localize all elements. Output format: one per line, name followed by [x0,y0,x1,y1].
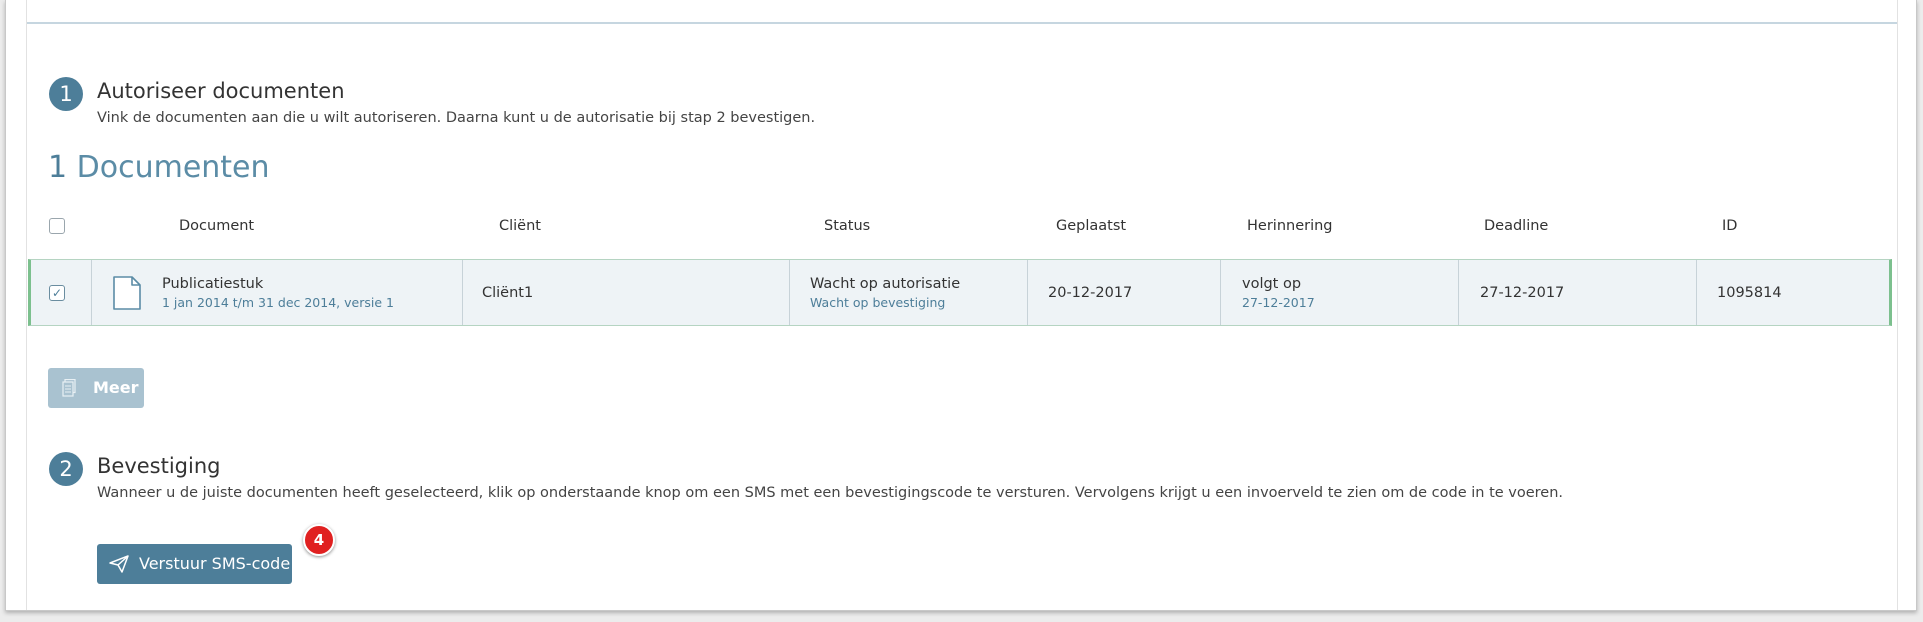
send-sms-code-label: Verstuur SMS-code [139,554,291,573]
table-row[interactable]: ✓ Publicatiestuk 1 jan 2014 t/m 31 dec 2… [28,259,1892,326]
more-button[interactable]: Meer [48,368,144,408]
reminder-date: 27-12-2017 [1242,295,1315,310]
client-cell: Cliënt1 [463,260,789,325]
column-header-placed[interactable]: Geplaatst [1056,218,1126,234]
step-title: Autoriseer documenten [97,79,345,103]
step-description: Wanneer u de juiste documenten heeft ges… [97,485,1564,501]
column-header-deadline[interactable]: Deadline [1484,218,1548,234]
column-header-status[interactable]: Status [824,218,870,234]
step-number-badge: 1 [49,77,83,111]
app-window: 1 Autoriseer documenten Vink de document… [5,0,1917,611]
status-subtext: Wacht op bevestiging [810,295,946,310]
content-panel: 1 Autoriseer documenten Vink de document… [26,0,1898,610]
document-period: 1 jan 2014 t/m 31 dec 2014, versie 1 [162,295,394,310]
top-divider [27,22,1897,24]
step-number-badge: 2 [49,452,83,486]
placed-date: 20-12-2017 [1048,285,1133,301]
annotation-badge: 4 [303,524,335,556]
select-all-checkbox[interactable] [49,218,65,234]
document-cell: Publicatiestuk 1 jan 2014 t/m 31 dec 201… [92,260,462,325]
column-header-id[interactable]: ID [1722,218,1737,234]
reminder-cell: volgt op 27-12-2017 [1221,260,1458,325]
documents-count: 1 [48,150,68,185]
row-select-cell: ✓ [31,260,91,325]
status-cell: Wacht op autorisatie Wacht op bevestigin… [790,260,1027,325]
documents-count-title: 1 Documenten [48,150,270,185]
client-name: Cliënt1 [482,285,534,301]
paper-plane-icon [109,555,129,573]
placed-cell: 20-12-2017 [1028,260,1220,325]
documents-label: Documenten [76,150,270,185]
deadline-date: 27-12-2017 [1480,285,1565,301]
reminder-text: volgt op [1242,276,1302,292]
document-icon [113,276,141,310]
step-title: Bevestiging [97,454,221,478]
send-sms-code-button[interactable]: Verstuur SMS-code [97,544,292,584]
id-cell: 1095814 [1697,260,1887,325]
document-stack-icon [62,379,76,397]
column-header-document[interactable]: Document [179,218,254,234]
row-checkbox[interactable]: ✓ [49,285,65,301]
column-header-client[interactable]: Cliënt [499,218,541,234]
deadline-cell: 27-12-2017 [1459,260,1696,325]
document-id: 1095814 [1717,285,1782,301]
status-text: Wacht op autorisatie [810,276,961,292]
column-header-reminder[interactable]: Herinnering [1247,218,1333,234]
step-description: Vink de documenten aan die u wilt autori… [97,110,816,126]
more-button-label: Meer [93,378,139,397]
document-name[interactable]: Publicatiestuk [162,276,263,292]
